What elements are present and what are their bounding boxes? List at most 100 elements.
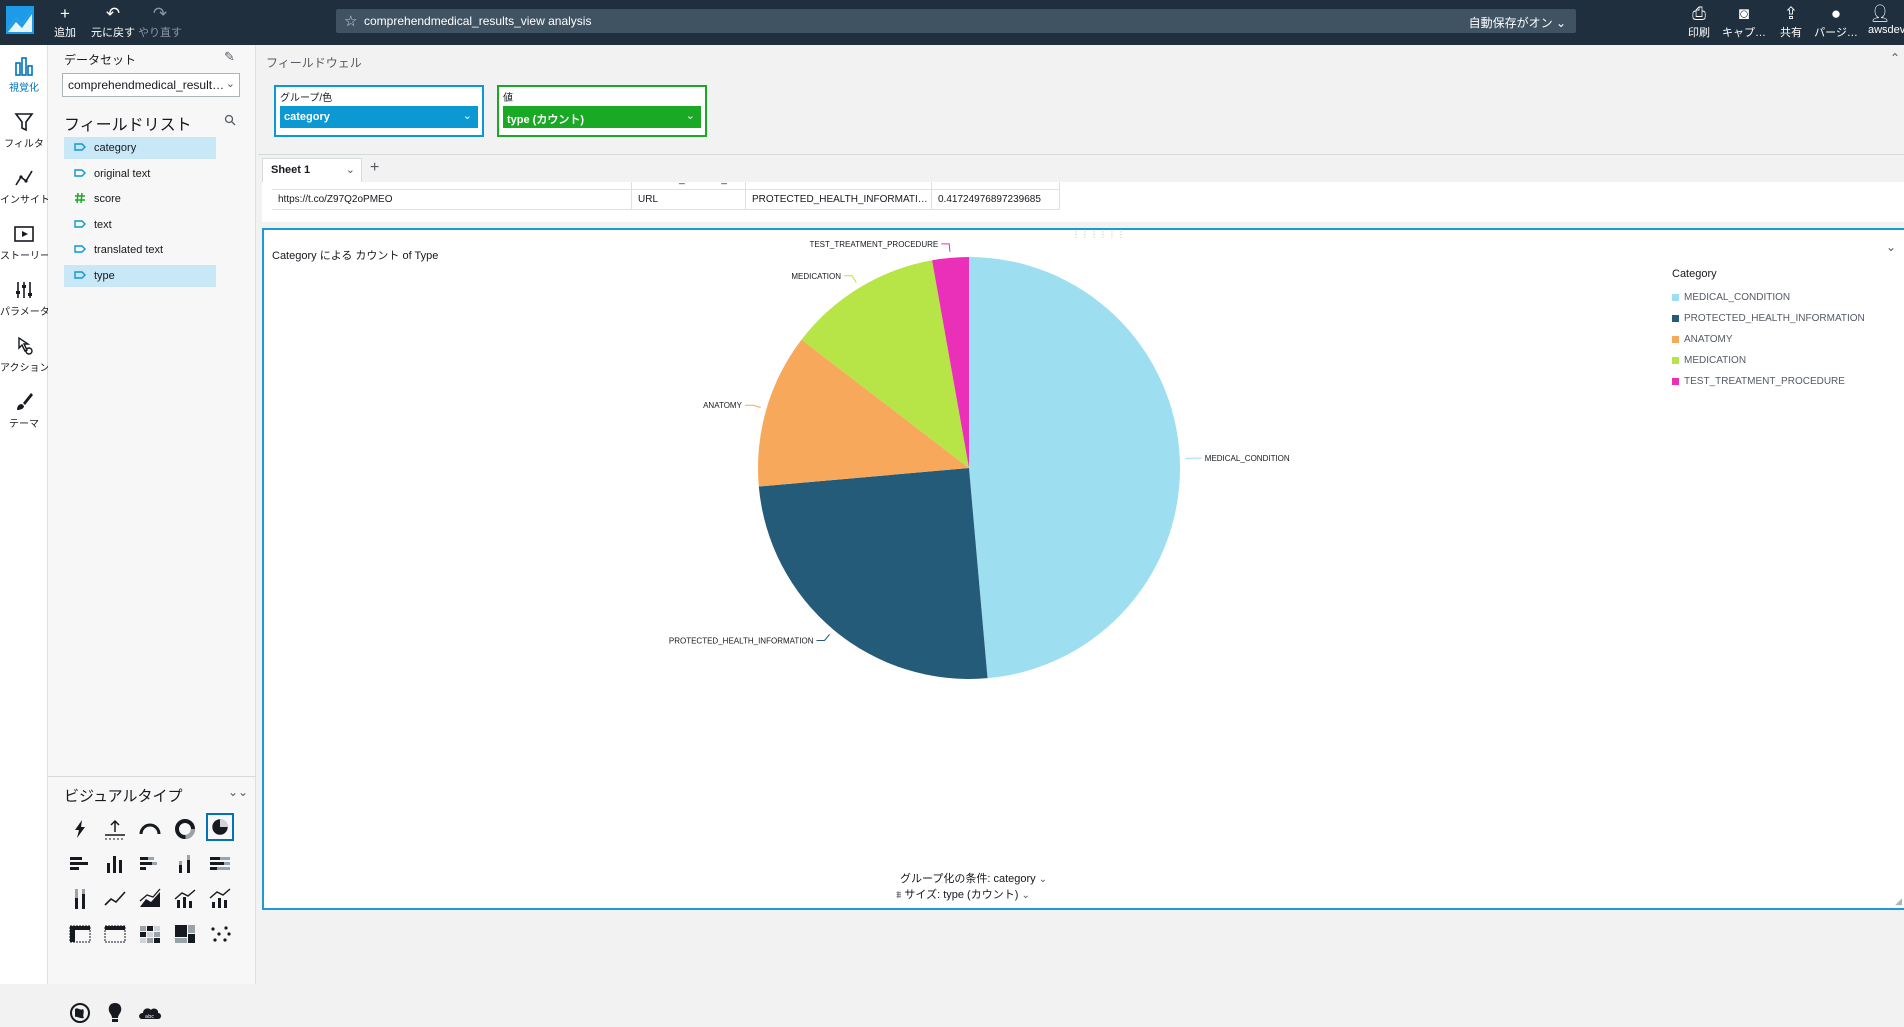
- add-sheet-button[interactable]: +: [370, 159, 379, 177]
- stacked-vertical-bar-icon[interactable]: [171, 850, 199, 878]
- tab-sheet-1[interactable]: Sheet 1 ⌄: [262, 158, 362, 182]
- pencil-icon[interactable]: ✎: [224, 49, 235, 65]
- kpi-icon[interactable]: [101, 815, 129, 843]
- heat-map-icon[interactable]: [136, 920, 164, 948]
- pie-leader-line: [816, 634, 829, 640]
- rail-item-insight[interactable]: インサイト: [0, 163, 48, 215]
- redo-icon: ↷: [138, 4, 182, 24]
- table-visual[interactable]: SSN SYSTEM_ORGAN_S… ANATOMY 0.4195000645…: [262, 182, 1904, 222]
- group-field-pill[interactable]: category ⌄: [280, 106, 478, 128]
- scatter-plot-icon[interactable]: [206, 920, 234, 948]
- filter-icon: [13, 111, 35, 133]
- horizontal-bar-icon[interactable]: [66, 850, 94, 878]
- pie-chart-icon[interactable]: [206, 813, 234, 841]
- pie-leader-line: [941, 244, 950, 252]
- legend-swatch: [1672, 357, 1679, 364]
- legend-swatch: [1672, 294, 1679, 301]
- pie-slice-medical-condition[interactable]: [969, 257, 1180, 678]
- group-by-control[interactable]: グループ化の条件: category ⌄: [900, 870, 1047, 886]
- size-by-control[interactable]: ⩩ サイズ: type (カウント) ⌄: [896, 886, 1030, 902]
- favorite-star-icon[interactable]: ☆: [344, 12, 357, 30]
- redo-button[interactable]: ↷ やり直す: [138, 4, 182, 40]
- stacked-horizontal-bar-icon[interactable]: [136, 850, 164, 878]
- page-button[interactable]: ● パージ…: [1814, 4, 1858, 40]
- rail-item-parameter[interactable]: パラメータ: [0, 275, 48, 327]
- parameter-icon: [13, 279, 35, 301]
- user-menu[interactable]: 👤︎ awsdev: [1868, 4, 1904, 40]
- quicksight-logo[interactable]: [6, 6, 34, 34]
- search-icon[interactable]: [224, 113, 236, 131]
- svg-text:abc: abc: [145, 1014, 154, 1020]
- printer-icon: ⎙: [1684, 4, 1714, 24]
- map-pin-icon: ●: [1814, 4, 1858, 24]
- dimension-tag-icon: [74, 269, 86, 281]
- legend-item-medical-condition[interactable]: MEDICAL_CONDITION: [1672, 292, 1902, 313]
- legend-swatch: [1672, 378, 1679, 385]
- legend-title: Category: [1672, 268, 1902, 280]
- field-original-text[interactable]: original text: [64, 163, 216, 185]
- geo-map-icon[interactable]: [66, 999, 94, 1027]
- legend-item-test-treatment-procedure[interactable]: TEST_TREATMENT_PROCEDURE: [1672, 376, 1902, 397]
- tree-map-icon[interactable]: [171, 920, 199, 948]
- field-category[interactable]: category: [64, 137, 216, 159]
- undo-button[interactable]: ↶ 元に戻す: [90, 4, 136, 40]
- rail-item-action[interactable]: アクション: [0, 331, 48, 383]
- plus-icon: +: [52, 4, 78, 24]
- field-list-label: フィールドリスト: [64, 111, 192, 135]
- field-score[interactable]: score: [64, 188, 216, 210]
- chevron-down-icon: ⌄: [1556, 16, 1566, 30]
- analysis-title[interactable]: comprehendmedical_results_view analysis: [364, 14, 591, 28]
- gauge-icon[interactable]: [136, 815, 164, 843]
- field-type[interactable]: type: [64, 265, 216, 287]
- dimension-tag-icon: [74, 167, 86, 179]
- legend-item-protected-health-information[interactable]: PROTECTED_HEALTH_INFORMATION: [1672, 313, 1902, 334]
- vertical-bar-icon[interactable]: [101, 850, 129, 878]
- pie-slice-protected-health-information[interactable]: [759, 468, 988, 679]
- share-button[interactable]: ⇪ 共有: [1776, 4, 1806, 40]
- insight-lightbulb-icon[interactable]: [101, 999, 129, 1027]
- line-chart-icon[interactable]: [101, 885, 129, 913]
- word-cloud-icon[interactable]: abc: [136, 999, 164, 1027]
- capture-button[interactable]: ◙ キャプ…: [1722, 4, 1766, 40]
- field-panel: データセット ✎ comprehendmedical_result… ⌄ フィー…: [48, 45, 256, 984]
- pie-chart-svg: MEDICAL_CONDITIONPROTECTED_HEALTH_INFORM…: [264, 230, 1904, 908]
- rail-item-theme[interactable]: テーマ: [0, 387, 48, 439]
- area-line-chart-icon[interactable]: [136, 885, 164, 913]
- percent-vertical-bar-icon[interactable]: [66, 885, 94, 913]
- autograph-lightning-icon[interactable]: [66, 815, 94, 843]
- dimension-tag-icon: [74, 141, 86, 153]
- pie-leader-line: [745, 405, 761, 407]
- combo-bar-line-icon[interactable]: [171, 885, 199, 913]
- rail-item-story[interactable]: ストーリー: [0, 219, 48, 271]
- legend-item-anatomy[interactable]: ANATOMY: [1672, 334, 1902, 355]
- donut-chart-icon[interactable]: [171, 815, 199, 843]
- pie-chart-visual[interactable]: ⋮⋮⋮⋮⋮⋮ Category による カウント of Type ⌄ MEDIC…: [262, 228, 1904, 910]
- value-well[interactable]: 値 type (カウント) ⌄: [497, 85, 707, 137]
- table-icon[interactable]: [101, 920, 129, 948]
- resize-handle-icon[interactable]: ◢: [1895, 896, 1902, 907]
- print-button[interactable]: ⎙ 印刷: [1684, 4, 1714, 40]
- chevron-up-icon[interactable]: ⌃: [1890, 51, 1900, 65]
- autosave-toggle[interactable]: 自動保存がオン ⌄: [1469, 14, 1566, 31]
- rail-item-visualize[interactable]: 視覚化: [0, 51, 48, 103]
- combo-stacked-line-icon[interactable]: [206, 885, 234, 913]
- field-text[interactable]: text: [64, 214, 216, 236]
- analysis-title-bar[interactable]: ☆ comprehendmedical_results_view analysi…: [336, 9, 1576, 33]
- value-field-pill[interactable]: type (カウント) ⌄: [503, 106, 701, 128]
- add-button[interactable]: + 追加: [52, 4, 78, 40]
- legend-item-medication[interactable]: MEDICATION: [1672, 355, 1902, 376]
- field-well-label: フィールドウェル: [266, 54, 362, 71]
- collapse-chevron-icon[interactable]: ⌄⌄: [228, 785, 248, 799]
- group-color-well[interactable]: グループ/色 category ⌄: [274, 85, 484, 137]
- field-well: フィールドウェル ⌃ グループ/色 category ⌄ 値 type (カウン…: [258, 45, 1904, 155]
- percent-horizontal-bar-icon[interactable]: [206, 850, 234, 878]
- pivot-table-icon[interactable]: [66, 920, 94, 948]
- brush-icon: [13, 391, 35, 413]
- field-translated-text[interactable]: translated text: [64, 239, 216, 261]
- bar-chart-icon: [13, 55, 35, 77]
- dataset-select[interactable]: comprehendmedical_result… ⌄: [62, 73, 240, 97]
- rail-item-filter[interactable]: フィルタ: [0, 107, 48, 159]
- chevron-down-icon: ⌄: [1039, 874, 1047, 885]
- pie-data-label: TEST_TREATMENT_PROCEDURE: [809, 240, 938, 249]
- camera-icon: ◙: [1722, 4, 1766, 24]
